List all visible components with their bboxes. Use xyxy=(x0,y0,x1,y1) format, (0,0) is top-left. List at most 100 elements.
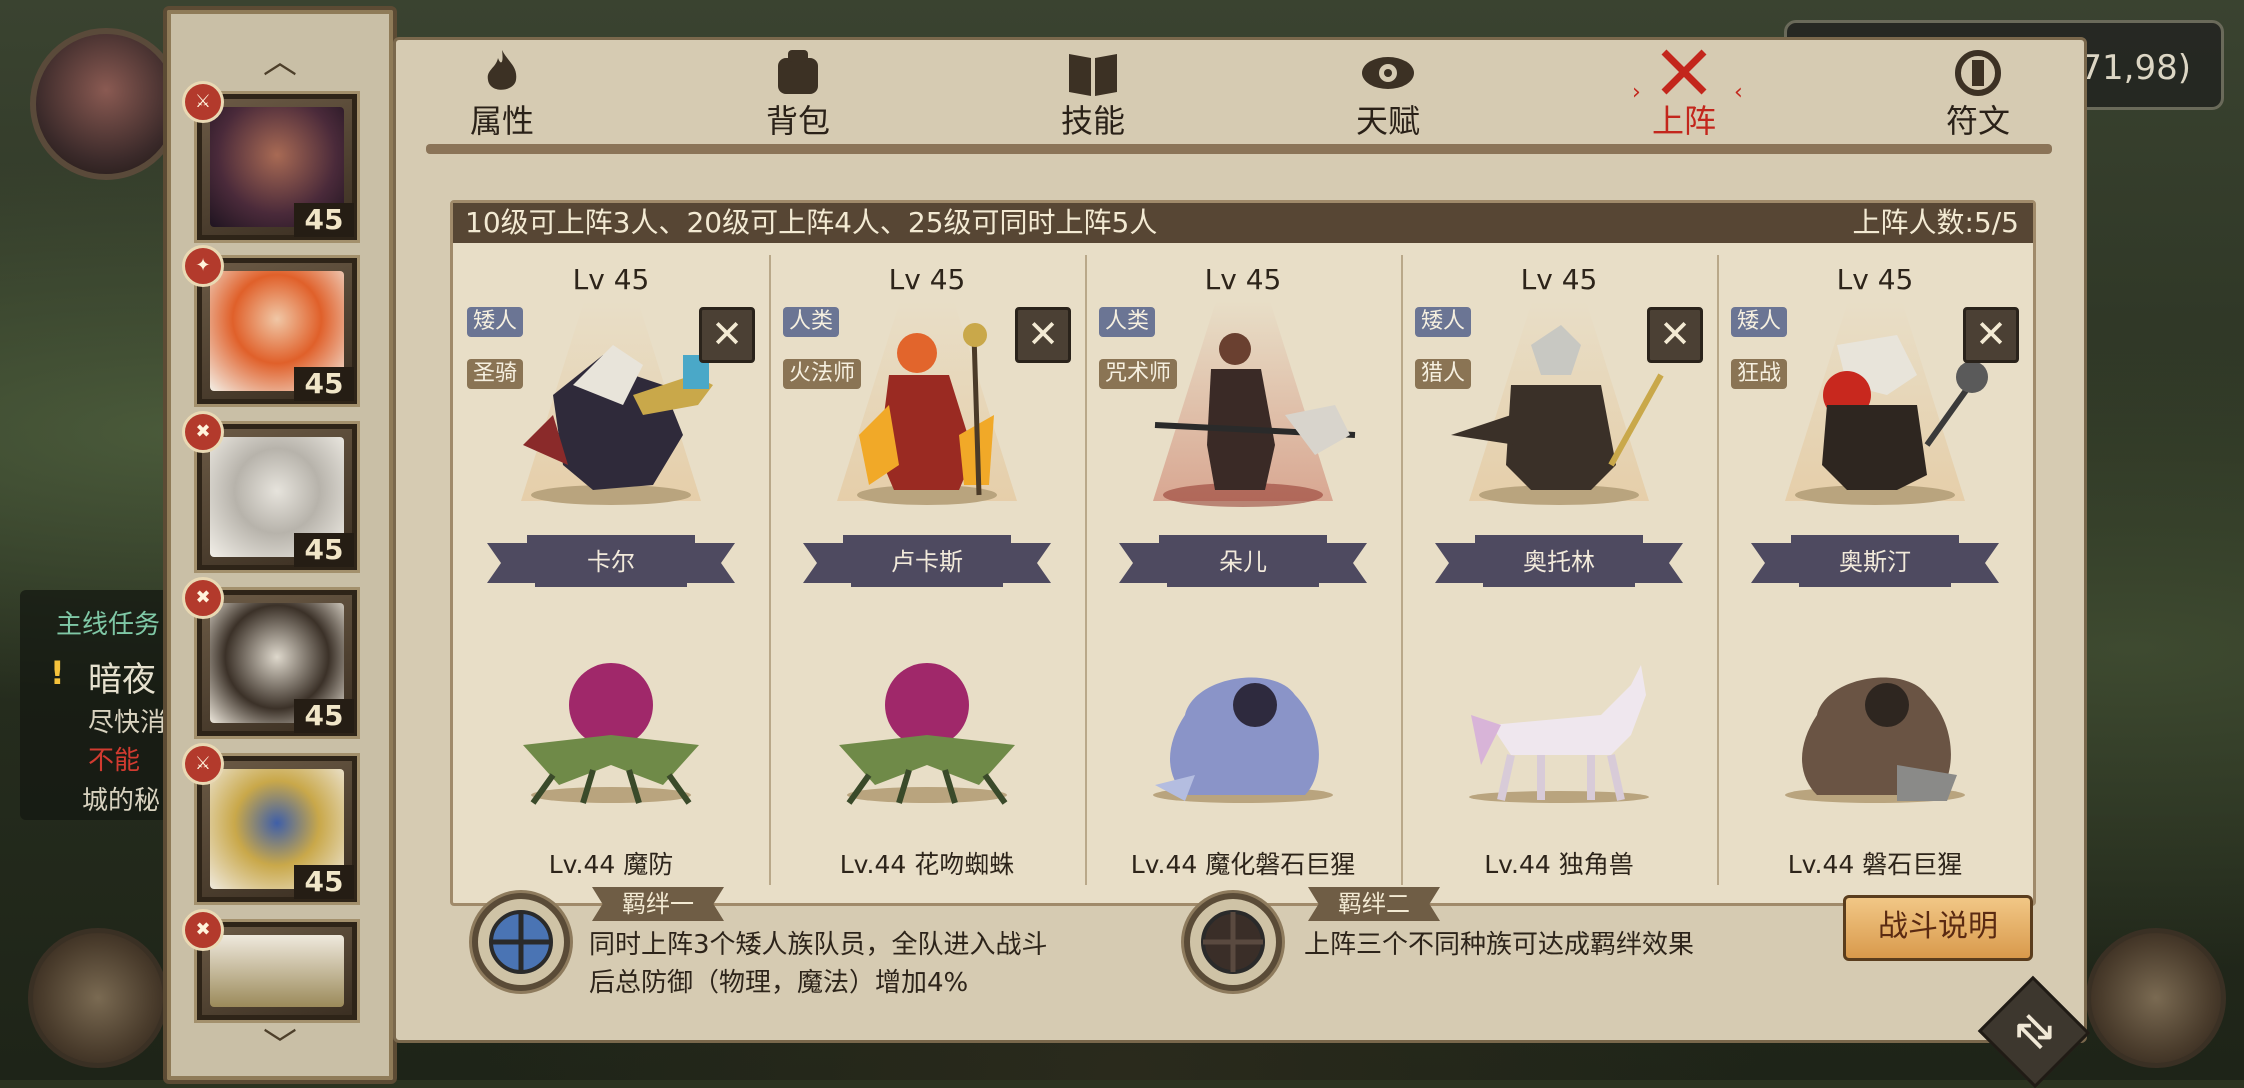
bond-two-symbol xyxy=(1201,910,1265,974)
crossed-swords-icon xyxy=(1661,49,1707,95)
remove-hero-button[interactable]: ✕ xyxy=(699,307,755,363)
castle-button[interactable] xyxy=(2086,928,2226,1068)
tab-label: 符文 xyxy=(1945,102,2010,140)
hero-level: 45 xyxy=(294,203,354,237)
hero-card[interactable]: ✖ 45 xyxy=(182,577,357,736)
lineup-area: 10级可上阵3人、20级可上阵4人、25级可同时上阵5人 上阵人数:5/5 Lv… xyxy=(450,200,2036,906)
map-button[interactable] xyxy=(28,928,168,1068)
class-tag: 狂战 xyxy=(1731,359,1788,389)
hero-card[interactable]: ✖ xyxy=(182,909,357,1020)
quest-alert-icon: ! xyxy=(50,654,65,692)
lineup-slot[interactable]: Lv 45 人类 火法师 ✕ 卢卡斯 Lv.44 花吻蜘蛛 xyxy=(769,255,1087,885)
class-tag: 圣骑 xyxy=(467,359,524,389)
bond-one-symbol xyxy=(489,910,553,974)
tab-label: 技能 xyxy=(1060,102,1125,140)
bond-two-icon[interactable] xyxy=(1184,893,1282,991)
tab-active-left-arrow-icon: › xyxy=(1632,80,1641,105)
hero-card[interactable]: ✦ 45 xyxy=(182,245,357,404)
axe-icon: ✖ xyxy=(182,411,224,453)
lineup-slot[interactable]: Lv 45 矮人 圣骑 ✕ 卡尔 Lv.44 魔防 xyxy=(453,255,771,885)
tab-divider xyxy=(426,144,2052,154)
pet-figure xyxy=(1785,677,1965,803)
race-tag: 矮人 xyxy=(1415,307,1472,337)
pet-figure xyxy=(523,663,699,805)
hero-level: Lv 45 xyxy=(1520,263,1598,296)
bond-one-line: 同时上阵3个矮人族队员，全队进入战斗 xyxy=(589,930,1048,960)
staff-icon: ✦ xyxy=(182,245,224,287)
tab-label: 天赋 xyxy=(1355,102,1420,140)
remove-hero-button[interactable]: ✕ xyxy=(1647,307,1703,363)
hero-card[interactable]: ⚔ 45 xyxy=(182,743,357,902)
hero-name: 卡尔 xyxy=(587,548,635,576)
hero-level: Lv 45 xyxy=(572,263,650,296)
pet-name: Lv.44 魔化磐石巨猩 xyxy=(1130,850,1356,879)
scroll-up-icon[interactable]: ︿ xyxy=(250,44,310,80)
flame-icon xyxy=(487,50,517,90)
battle-info-button[interactable]: 战斗说明 xyxy=(1843,895,2033,961)
tab-talent[interactable]: 天赋 xyxy=(1318,48,1458,148)
rune-icon xyxy=(1955,50,2001,96)
race-tag: 人类 xyxy=(1099,307,1156,337)
bond-one-line: 后总防御（物理，魔法）增加4% xyxy=(589,968,969,998)
name-ribbon: 朵儿 xyxy=(1119,535,1367,587)
tab-label: 属性 xyxy=(469,102,534,140)
tab-label: 背包 xyxy=(765,102,830,140)
hero-detail-panel: 属性 背包 技能 天赋 上阵 › ‹ 符文 10级可上阵3人、20级可上阵4人、… xyxy=(393,37,2087,1043)
hero-name: 朵儿 xyxy=(1219,548,1267,576)
quest-header: 主线任务 xyxy=(56,610,161,640)
hero-level: Lv 45 xyxy=(888,263,966,296)
race-tag: 矮人 xyxy=(467,307,524,337)
sword-icon: ⚔ xyxy=(182,743,224,785)
sword-icon: ⚔ xyxy=(182,81,224,123)
tab-bag[interactable]: 背包 xyxy=(728,48,868,148)
bond-one-tag: 羁绊一 xyxy=(592,887,724,921)
hero-card[interactable]: ⚔ 45 xyxy=(182,81,357,240)
hero-name: 奥托林 xyxy=(1523,548,1595,576)
axe-icon: ✖ xyxy=(182,909,224,951)
hero-level: 45 xyxy=(294,533,354,567)
lineup-slot[interactable]: Lv 45 矮人 狂战 ✕ 奥斯汀 Lv.44 磐石巨猩 xyxy=(1717,255,2033,885)
lineup-info-bar: 10级可上阵3人、20级可上阵4人、25级可同时上阵5人 上阵人数:5/5 xyxy=(453,203,2033,243)
bond-two-description: 上阵三个不同种族可达成羁绊效果 xyxy=(1304,926,1694,964)
name-ribbon: 奥托林 xyxy=(1435,535,1683,587)
hero-name: 奥斯汀 xyxy=(1839,548,1911,576)
eye-icon xyxy=(1362,57,1414,89)
scroll-down-icon[interactable]: ﹀ xyxy=(250,1028,310,1064)
tab-skills[interactable]: 技能 xyxy=(1023,48,1163,148)
quest-title: 暗夜 xyxy=(88,660,156,700)
class-tag: 火法师 xyxy=(783,359,862,389)
pet-name: Lv.44 花吻蜘蛛 xyxy=(839,850,1015,879)
tab-runes[interactable]: 符文 xyxy=(1908,48,2048,148)
race-tag: 矮人 xyxy=(1731,307,1788,337)
pet-name: Lv.44 魔防 xyxy=(548,850,674,879)
hero-name: 卢卡斯 xyxy=(891,548,963,576)
hero-level: Lv 45 xyxy=(1836,263,1914,296)
bond-one-icon[interactable] xyxy=(472,893,570,991)
tab-attributes[interactable]: 属性 xyxy=(432,48,572,148)
name-ribbon: 卢卡斯 xyxy=(803,535,1051,587)
remove-hero-button[interactable]: ✕ xyxy=(1015,307,1071,363)
tab-bar: 属性 背包 技能 天赋 上阵 › ‹ 符文 xyxy=(396,40,2084,154)
bag-icon xyxy=(778,50,818,94)
axe-icon: ✖ xyxy=(182,577,224,619)
name-ribbon: 卡尔 xyxy=(487,535,735,587)
hero-card[interactable]: ✖ 45 xyxy=(182,411,357,570)
hero-level: Lv 45 xyxy=(1204,263,1282,296)
hero-level: 45 xyxy=(294,865,354,899)
lineup-slot[interactable]: Lv 45 矮人 猎人 ✕ 奥托林 Lv.44 独角兽 xyxy=(1401,255,1719,885)
hero-list-sidebar[interactable]: ︿ ⚔ 45 ✦ 45 ✖ 45 ✖ 45 ⚔ 45 ✖ ﹀ xyxy=(163,6,397,1084)
pet-name: Lv.44 独角兽 xyxy=(1484,850,1634,879)
player-avatar[interactable] xyxy=(30,28,182,180)
bond-two-line: 上阵三个不同种族可达成羁绊效果 xyxy=(1304,930,1695,960)
pet-figure xyxy=(1153,677,1333,803)
quest-line: 城的秘 xyxy=(82,786,161,816)
bond-two-tag: 羁绊二 xyxy=(1308,887,1440,921)
tab-active-right-arrow-icon: ‹ xyxy=(1734,80,1743,105)
lineup-count: 上阵人数:5/5 xyxy=(1852,206,2020,239)
pet-figure xyxy=(839,663,1015,805)
remove-hero-button[interactable]: ✕ xyxy=(1963,307,2019,363)
book-icon xyxy=(1069,54,1117,96)
lineup-slot[interactable]: Lv 45 人类 咒术师 朵儿 Lv.44 魔化磐石巨猩 xyxy=(1085,255,1403,885)
hero-level: 45 xyxy=(294,699,354,733)
hero-level: 45 xyxy=(294,367,354,401)
